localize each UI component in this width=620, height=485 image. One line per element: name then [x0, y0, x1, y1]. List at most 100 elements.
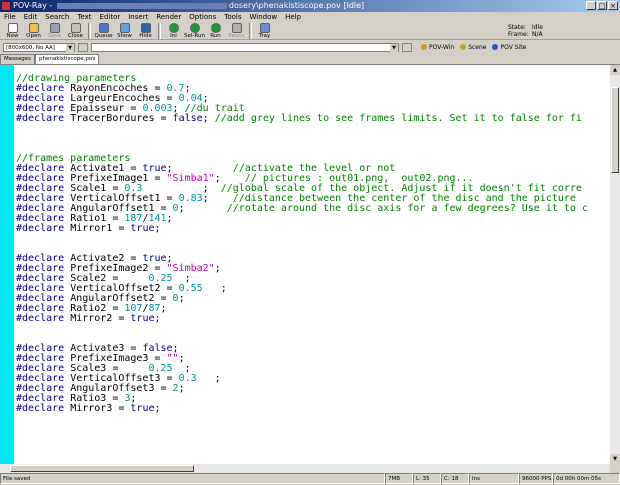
code-token: true	[130, 403, 155, 414]
close-window-button[interactable]: ×	[608, 1, 618, 10]
vertical-scroll-thumb[interactable]	[611, 87, 619, 173]
command-line-select[interactable]: ▼	[91, 42, 399, 52]
toolbar-label: Ini	[170, 33, 177, 39]
link-pov-win[interactable]: POV-Win	[421, 44, 454, 51]
close-button[interactable]: Close	[65, 22, 86, 40]
toolbar-label: New	[6, 33, 19, 39]
menu-edit[interactable]: Edit	[20, 12, 42, 22]
menu-window[interactable]: Window	[246, 12, 282, 22]
toolbar-label: Save	[47, 33, 62, 39]
run-button[interactable]: Run	[205, 22, 226, 40]
tab-messages[interactable]: Messages	[0, 54, 35, 64]
chevron-down-icon[interactable]: ▼	[66, 43, 74, 52]
window-controls: _ □ ×	[586, 1, 618, 10]
menu-file[interactable]: File	[0, 12, 20, 22]
queue-button[interactable]: Queue	[93, 22, 114, 40]
code-token: ;	[154, 403, 161, 414]
code-line: #declare Mirror2 = true;	[16, 314, 610, 324]
code-token: false	[172, 113, 203, 124]
pause-button[interactable]: Pause	[226, 22, 247, 40]
code-token: ;	[154, 313, 161, 324]
ini-icon	[168, 23, 179, 33]
status-bar: File saved 7MB L: 35 C: 18 Ins 96000 PPS…	[0, 473, 620, 484]
hide-button[interactable]: Hide	[135, 22, 156, 40]
scroll-down-icon[interactable]: ▼	[610, 454, 620, 464]
code-token: Mirror1 =	[70, 223, 131, 234]
code-token: ;	[160, 303, 167, 314]
toolbar-label: Sel-Run	[184, 33, 205, 39]
menu-search[interactable]: Search	[41, 12, 73, 22]
toolbar-separator	[88, 23, 91, 39]
link-pov-site[interactable]: POV Site	[492, 44, 526, 51]
code-editor[interactable]: //drawing parameters #declare RayonEncoch…	[0, 65, 610, 464]
hide-icon	[140, 23, 151, 33]
code-token: #declare	[16, 223, 71, 234]
secondary-toolbar: [800x600, No AA] ▼ ▼ POV-Win Scene POV Site	[0, 40, 620, 54]
new-button[interactable]: New	[2, 22, 23, 40]
code-line: #declare Mirror3 = true;	[16, 404, 610, 414]
code-token: #declare	[16, 113, 71, 124]
help-icon	[460, 44, 467, 50]
file-path: dosery\phenakistiscope.pov [Idle]	[228, 1, 365, 10]
editor-gutter	[0, 65, 14, 464]
code-area[interactable]: //drawing parameters #declare RayonEncoch…	[16, 74, 610, 464]
render-settings-button[interactable]	[78, 42, 88, 52]
sel-run-button[interactable]: Sel-Run	[184, 22, 205, 40]
menu-insert[interactable]: Insert	[124, 12, 152, 22]
tab-phenakistiscope-pov[interactable]: phenakistiscope.pov	[34, 54, 100, 64]
horizontal-scroll-thumb[interactable]	[10, 465, 194, 472]
state-value: Idle	[532, 24, 543, 31]
code-token: ;	[214, 263, 221, 274]
resolution-select[interactable]: [800x600, No AA] ▼	[3, 42, 75, 52]
menu-options[interactable]: Options	[185, 12, 220, 22]
open-folder-icon	[28, 23, 39, 33]
open-button[interactable]: Open	[23, 22, 44, 40]
tray-button[interactable]: Tray	[254, 22, 275, 40]
scroll-up-icon[interactable]: ▲	[610, 65, 620, 75]
status-message: File saved	[0, 473, 385, 484]
code-line: #declare TracerBordures = false; //add g…	[16, 114, 610, 124]
vertical-scrollbar[interactable]: ▲ ▼	[610, 65, 620, 464]
menu-text[interactable]: Text	[73, 12, 95, 22]
status-pps: 96000 PPS	[519, 473, 553, 484]
status-mode: Ins	[469, 473, 519, 484]
menu-tools[interactable]: Tools	[220, 12, 245, 22]
pause-icon	[231, 23, 242, 33]
ini-button[interactable]: Ini	[163, 22, 184, 40]
run-icon	[210, 23, 221, 33]
code-token: TracerBordures =	[70, 113, 173, 124]
show-button[interactable]: Show	[114, 22, 135, 40]
editor-tabs: Messages phenakistiscope.pov	[0, 54, 620, 65]
menu-render[interactable]: Render	[152, 12, 185, 22]
save-button[interactable]: Save	[44, 22, 65, 40]
sel-run-icon	[189, 23, 200, 33]
save-disk-icon	[49, 23, 60, 33]
code-token: ;	[202, 113, 215, 124]
minimize-button[interactable]: _	[586, 1, 596, 10]
code-token: ;	[178, 293, 185, 304]
horizontal-scrollbar[interactable]	[0, 464, 610, 473]
code-token: ;	[178, 383, 185, 394]
new-file-icon	[7, 23, 18, 33]
queue-icon	[98, 23, 109, 33]
maximize-button[interactable]: □	[597, 1, 607, 10]
menu-editor[interactable]: Editor	[96, 12, 125, 22]
code-token: //rotate around the disc axis for a few …	[226, 203, 588, 214]
close-doc-icon	[70, 23, 81, 33]
toolbar-label: Close	[68, 33, 83, 39]
menu-help[interactable]: Help	[281, 12, 305, 22]
toolbar-separator	[249, 23, 252, 39]
apply-command-button[interactable]	[402, 42, 412, 52]
frame-value: N/A	[532, 31, 543, 38]
link-scene[interactable]: Scene	[460, 44, 486, 51]
code-token: ;	[196, 373, 221, 384]
link-label: Scene	[468, 43, 487, 51]
chevron-down-icon[interactable]: ▼	[390, 43, 398, 52]
code-line: #declare Mirror1 = true;	[16, 224, 610, 234]
status-memory: 7MB	[385, 473, 413, 484]
help-icon	[421, 44, 427, 50]
menu-bar: File Edit Search Text Editor Insert Render Opti…	[0, 12, 620, 22]
status-time: 0d 00h 00m 05s	[553, 473, 620, 484]
